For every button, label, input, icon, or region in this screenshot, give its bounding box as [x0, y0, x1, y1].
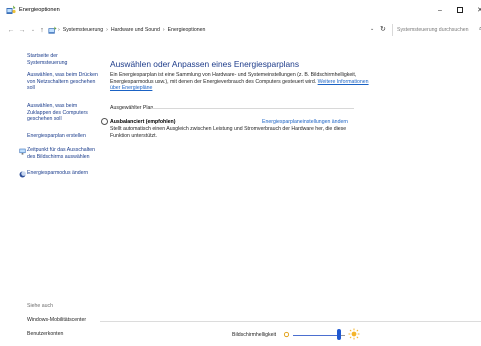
- breadcrumb: › Systemsteuerung › Hardware und Sound ›…: [58, 27, 205, 33]
- display-icon: [19, 148, 26, 155]
- section-divider: [152, 108, 354, 109]
- breadcrumb-separator: ›: [162, 27, 165, 33]
- plan-description: Stellt automatisch einen Ausgleich zwisc…: [110, 126, 347, 139]
- maximize-button[interactable]: [452, 3, 468, 17]
- brightness-slider-thumb[interactable]: [336, 329, 341, 340]
- brightness-slider-fill: [293, 334, 339, 336]
- page-description: Ein Energiesparplan ist eine Sammlung vo…: [110, 72, 370, 92]
- see-also-user-accounts[interactable]: Benutzerkonten: [27, 331, 63, 337]
- plan-radio-button[interactable]: [101, 118, 108, 125]
- change-plan-settings-link[interactable]: Energiesparplaneinstellungen ändern: [262, 119, 348, 125]
- up-button[interactable]: ↑: [37, 25, 47, 35]
- refresh-button[interactable]: ↻: [380, 25, 386, 33]
- breadcrumb-hardware-und-sound[interactable]: Hardware und Sound: [111, 27, 160, 33]
- forward-button[interactable]: →: [17, 25, 27, 35]
- page-title: Auswählen oder Anpassen eines Energiespa…: [110, 59, 300, 69]
- sidebar-item-home[interactable]: Startseite der Systemsteuerung: [27, 53, 99, 66]
- sidebar-item-sleep-mode[interactable]: Energiesparmodus ändern: [27, 170, 99, 177]
- search-placeholder: Systemsteuerung durchsuchen: [397, 27, 469, 33]
- control-panel-icon: [48, 26, 57, 34]
- see-also-heading: Siehe auch: [27, 303, 53, 309]
- sidebar-item-lid-close[interactable]: Auswählen, was beim Zuklappen des Comput…: [27, 103, 99, 123]
- maximize-icon: [457, 7, 463, 13]
- moon-icon: [19, 171, 26, 178]
- breadcrumb-energieoptionen[interactable]: Energieoptionen: [168, 27, 206, 33]
- breadcrumb-separator: ›: [106, 27, 108, 33]
- address-bar: ← → ⌄ ↑ › Systemsteuerung › Hardware und…: [0, 22, 481, 38]
- sidebar-item-create-plan[interactable]: Energiesparplan erstellen: [27, 133, 99, 140]
- search-input[interactable]: Systemsteuerung durchsuchen ⌕: [392, 24, 481, 36]
- back-button[interactable]: ←: [6, 25, 16, 35]
- breadcrumb-separator: ›: [58, 27, 60, 33]
- sidebar: Startseite der Systemsteuerung Auswählen…: [0, 40, 100, 346]
- title-bar: Energieoptionen – ✕: [0, 0, 481, 20]
- brightness-label: Bildschirmhelligkeit: [232, 332, 277, 338]
- brightness-high-icon: [348, 328, 360, 340]
- bottom-divider: [100, 321, 481, 322]
- sidebar-item-display-off[interactable]: Zeitpunkt für das Ausschalten des Bildsc…: [27, 147, 99, 160]
- minimize-button[interactable]: –: [432, 3, 448, 17]
- brightness-low-icon: [283, 331, 290, 338]
- breadcrumb-systemsteuerung[interactable]: Systemsteuerung: [63, 27, 103, 33]
- window-title: Energieoptionen: [19, 7, 60, 13]
- selected-plan-heading: Ausgewählter Plan: [110, 105, 154, 111]
- sidebar-item-power-buttons[interactable]: Auswählen, was beim Drücken von Netzscha…: [27, 72, 99, 92]
- power-options-icon: [6, 5, 16, 14]
- plan-name[interactable]: Ausbalanciert (empfohlen): [110, 119, 175, 125]
- see-also-mobility-center[interactable]: Windows-Mobilitätscenter: [27, 317, 86, 323]
- close-button[interactable]: ✕: [472, 3, 481, 17]
- address-dropdown-button[interactable]: ⌄: [370, 26, 374, 32]
